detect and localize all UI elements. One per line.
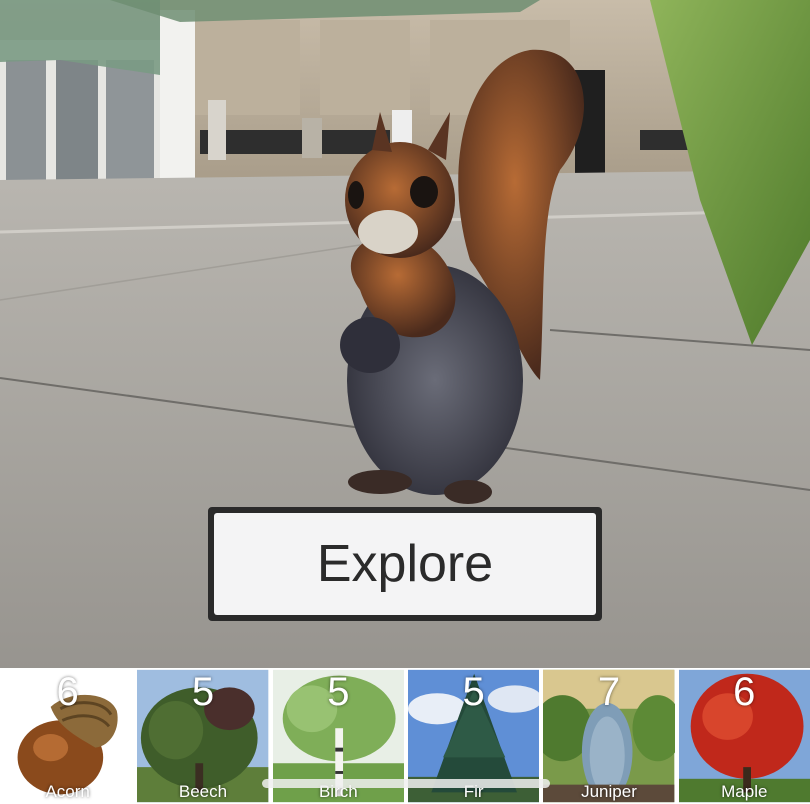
explore-button-frame: Explore [208, 507, 602, 621]
item-count: 5 [191, 670, 215, 714]
collection-item-maple[interactable]: 6 Maple [678, 668, 810, 804]
item-count: 5 [327, 670, 350, 714]
item-name: Acorn [45, 782, 90, 801]
horizontal-scrollbar[interactable] [262, 779, 550, 788]
collection-item-beech[interactable]: 5 Beech [137, 668, 269, 804]
item-count: 6 [56, 670, 79, 714]
item-name: Maple [721, 782, 768, 801]
item-count: 5 [462, 670, 485, 714]
item-count: 7 [597, 670, 621, 714]
ar-camera-view: Explore 6 Acorn 5 Beech 5 Birch 5 Fir 7 … [0, 0, 810, 804]
explore-button[interactable]: Explore [214, 513, 596, 615]
item-name: Juniper [581, 782, 637, 801]
item-count: 6 [733, 670, 756, 714]
collection-item-juniper[interactable]: 7 Juniper [543, 668, 675, 804]
collection-item-acorn[interactable]: 6 Acorn [2, 668, 134, 804]
item-name: Beech [178, 782, 228, 801]
